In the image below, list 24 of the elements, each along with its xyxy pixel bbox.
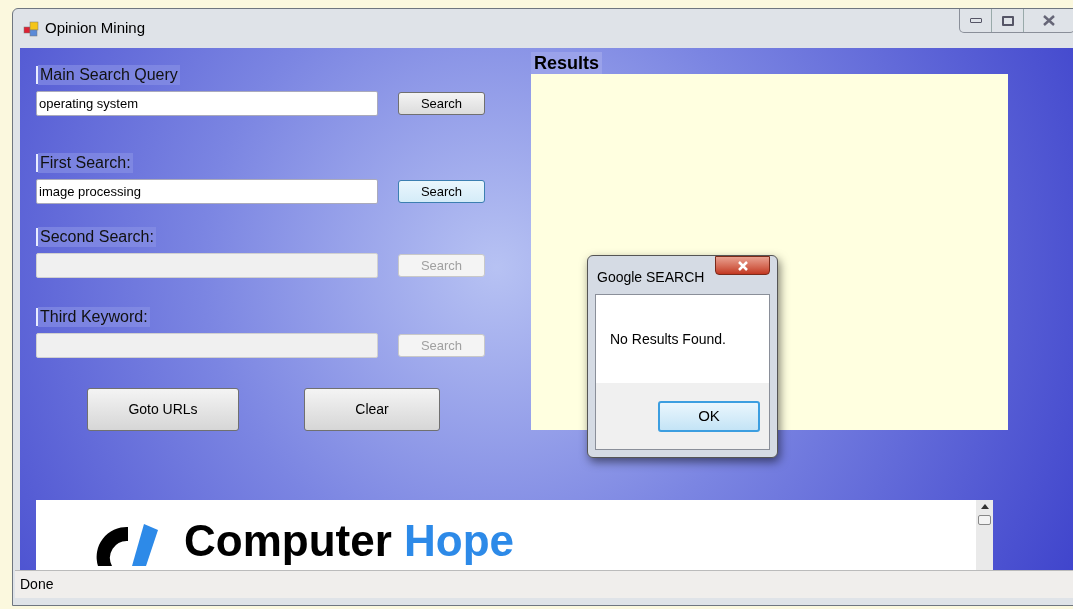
field-label: First Search: xyxy=(38,153,133,173)
results-label: Results xyxy=(531,52,603,74)
ok-button[interactable]: OK xyxy=(658,400,760,432)
field-label: Second Search: xyxy=(38,227,156,247)
scrollbar[interactable] xyxy=(976,500,993,570)
close-icon xyxy=(1042,15,1056,26)
field-label: Main Search Query xyxy=(38,65,180,85)
search-field[interactable]: operating system xyxy=(36,91,378,116)
search-button[interactable]: Search xyxy=(398,92,485,115)
dialog-message: No Results Found. xyxy=(610,329,726,349)
close-button[interactable] xyxy=(715,256,770,275)
action-button[interactable]: Clear xyxy=(304,388,440,431)
window-title: Opinion Mining xyxy=(45,18,146,39)
search-button[interactable]: Search xyxy=(398,180,485,203)
status-text: Done xyxy=(20,575,54,594)
dialog-title: Google SEARCH xyxy=(597,268,705,287)
scroll-thumb[interactable] xyxy=(978,515,991,525)
search-field[interactable]: image processing xyxy=(36,179,378,204)
logo-text: Computer Hope xyxy=(184,516,514,566)
close-icon xyxy=(736,260,749,271)
action-button[interactable]: Goto URLs xyxy=(87,388,239,431)
scroll-up-icon[interactable] xyxy=(980,504,989,509)
field-label: Third Keyword: xyxy=(38,307,150,327)
app-icon xyxy=(23,20,39,37)
